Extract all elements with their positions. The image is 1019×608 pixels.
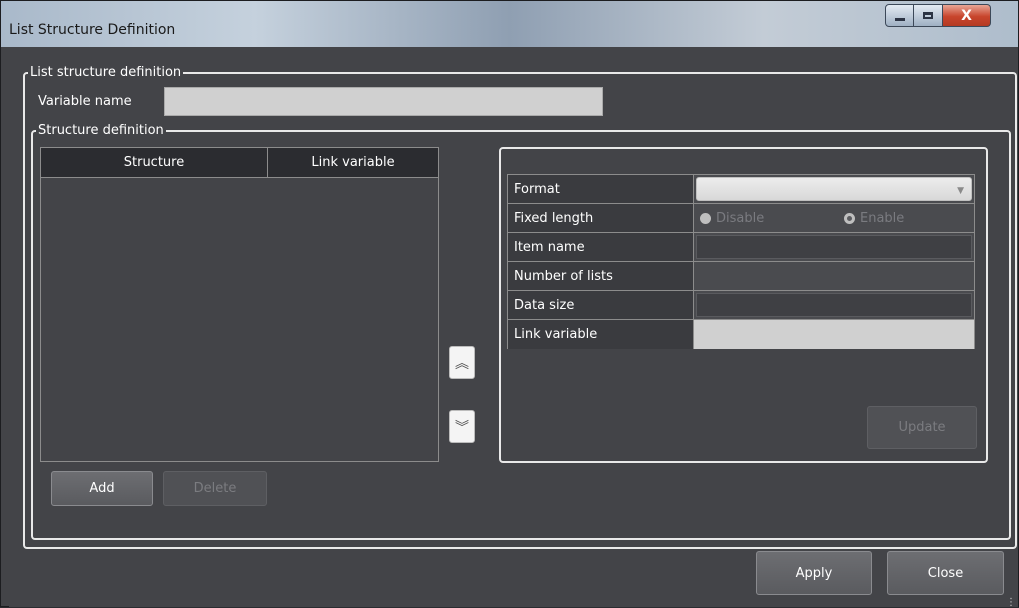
apply-button[interactable]: Apply (756, 551, 872, 595)
format-dropdown[interactable]: ▼ (696, 177, 972, 201)
property-name: Data size (508, 291, 694, 319)
structure-list-table[interactable]: Structure Link variable (40, 147, 439, 462)
property-grid: Format ▼ Fixed length Disable Enable Ite… (507, 174, 975, 349)
property-value: Disable Enable (694, 204, 974, 232)
property-row-data-size: Data size (508, 291, 974, 320)
add-button[interactable]: Add (51, 471, 153, 506)
title-bar[interactable]: List Structure Definition X (1, 1, 1018, 47)
property-value: ▼ (694, 175, 974, 203)
radio-unchecked-icon (700, 212, 711, 224)
dropdown-arrow-icon: ▼ (957, 186, 964, 196)
column-link-variable[interactable]: Link variable (268, 148, 438, 177)
close-window-button[interactable]: X (943, 4, 991, 27)
maximize-button[interactable] (914, 4, 943, 27)
update-button[interactable]: Update (867, 406, 977, 449)
property-row-item-name: Item name (508, 233, 974, 262)
structure-list-header: Structure Link variable (41, 148, 438, 178)
radio-enable[interactable]: Enable (844, 211, 904, 226)
window-title: List Structure Definition (9, 22, 176, 38)
item-name-field[interactable] (696, 235, 972, 259)
column-structure[interactable]: Structure (41, 148, 268, 177)
variable-name-label: Variable name (38, 94, 132, 109)
close-icon: X (961, 7, 972, 24)
double-chevron-up-icon: ︽ (455, 355, 469, 372)
resize-grip-icon[interactable]: ⋮ (1006, 598, 1016, 608)
property-row-link-variable: Link variable (508, 320, 974, 349)
list-structure-group: List structure definition Variable name … (23, 64, 1017, 549)
double-chevron-down-icon: ︾ (455, 419, 469, 436)
property-value (694, 291, 974, 319)
dialog-body: List structure definition Variable name … (9, 48, 1018, 608)
property-name: Link variable (508, 320, 694, 349)
number-of-lists-value (694, 262, 974, 290)
variable-name-field[interactable] (164, 87, 603, 116)
delete-button[interactable]: Delete (163, 471, 267, 506)
maximize-icon (923, 12, 933, 19)
move-up-button[interactable]: ︽ (449, 346, 475, 379)
move-down-button[interactable]: ︾ (449, 410, 475, 443)
radio-checked-icon (844, 212, 855, 224)
property-name: Number of lists (508, 262, 694, 290)
property-name: Fixed length (508, 204, 694, 232)
radio-disable[interactable]: Disable (700, 211, 764, 226)
property-value (694, 233, 974, 261)
window-controls: X (885, 4, 991, 30)
property-row-number-of-lists: Number of lists (508, 262, 974, 291)
radio-enable-label: Enable (860, 210, 905, 226)
minimize-icon (894, 18, 905, 21)
data-size-field[interactable] (696, 293, 972, 317)
list-structure-legend: List structure definition (28, 64, 184, 82)
close-button[interactable]: Close (887, 551, 1004, 595)
property-row-format: Format ▼ (508, 175, 974, 204)
structure-definition-group: Structure definition Structure Link vari… (31, 122, 1011, 540)
list-structure-definition-window: List Structure Definition X List structu… (0, 0, 1019, 608)
property-panel: Format ▼ Fixed length Disable Enable Ite… (499, 147, 988, 463)
property-row-fixed-length: Fixed length Disable Enable (508, 204, 974, 233)
property-name: Item name (508, 233, 694, 261)
minimize-button[interactable] (885, 4, 914, 27)
link-variable-field[interactable] (694, 320, 974, 349)
structure-definition-legend: Structure definition (36, 122, 166, 140)
radio-disable-label: Disable (716, 210, 765, 226)
property-name: Format (508, 175, 694, 203)
